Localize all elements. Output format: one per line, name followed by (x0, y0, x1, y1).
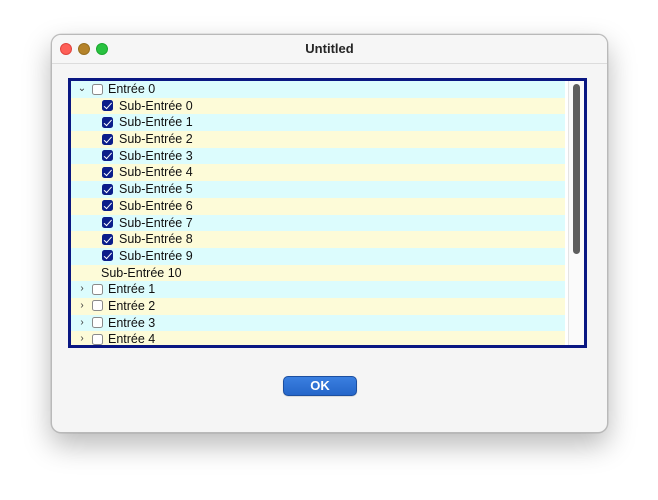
tree-rows: ⌄ Entrée 0 Sub-Entrée 0 Sub-Entrée 1 Sub… (71, 81, 565, 347)
tree-row-label: Sub-Entrée 0 (119, 98, 193, 113)
tree-row-sub-entree-3[interactable]: Sub-Entrée 3 (71, 147, 565, 165)
tree-row-sub-entree-2[interactable]: Sub-Entrée 2 (71, 131, 565, 148)
tree-row-label: Sub-Entrée 8 (119, 232, 193, 247)
checkbox-sub-entree-1[interactable] (102, 116, 113, 128)
checkbox-entree-4[interactable] (92, 333, 103, 345)
tree-row-sub-entree-8[interactable]: Sub-Entrée 8 (71, 231, 565, 248)
checkbox-sub-entree-5[interactable] (102, 183, 113, 195)
tree-row-label: Sub-Entrée 2 (119, 132, 193, 147)
chevron-right-icon[interactable]: › (77, 283, 87, 295)
tree-row-sub-entree-10[interactable]: Sub-Entrée 10 (71, 264, 565, 282)
tree-row-label: Sub-Entrée 7 (119, 215, 193, 230)
tree-row-sub-entree-9[interactable]: Sub-Entrée 9 (71, 247, 565, 265)
tree-row-label: Sub-Entrée 1 (119, 115, 193, 130)
tree-row-label: Sub-Entrée 5 (119, 182, 193, 197)
chevron-right-icon[interactable]: › (77, 300, 87, 312)
tree-row-entree-1[interactable]: › Entrée 1 (71, 281, 565, 298)
checkbox-sub-entree-7[interactable] (102, 217, 113, 228)
checkbox-entree-2[interactable] (92, 300, 103, 312)
tree-row-label: Entrée 1 (108, 282, 156, 297)
checkbox-sub-entree-4[interactable] (102, 166, 113, 178)
tree-row-entree-0[interactable]: ⌄ Entrée 0 (71, 81, 565, 98)
chevron-down-icon[interactable]: ⌄ (77, 83, 87, 95)
tree-row-label: Entrée 0 (108, 82, 156, 96)
tree-row-sub-entree-7[interactable]: Sub-Entrée 7 (71, 214, 565, 232)
tree-row-label: Sub-Entrée 4 (119, 165, 193, 180)
vertical-scrollbar[interactable] (568, 81, 584, 345)
tree-row-sub-entree-5[interactable]: Sub-Entrée 5 (71, 181, 565, 198)
tree-row-label: Sub-Entrée 6 (119, 198, 193, 213)
chevron-right-icon[interactable]: › (77, 317, 87, 329)
tree-row-entree-3[interactable]: › Entrée 3 (71, 314, 565, 332)
title-bar: Untitled (52, 35, 607, 64)
checkbox-sub-entree-2[interactable] (102, 133, 113, 145)
tree-row-label: Sub-Entrée 9 (119, 248, 193, 263)
checkbox-entree-3[interactable] (92, 317, 103, 329)
chevron-right-icon[interactable]: › (77, 333, 87, 345)
checkbox-entree-0[interactable] (92, 83, 103, 95)
tree-row-label: Entrée 3 (108, 315, 156, 330)
window-title: Untitled (305, 41, 354, 56)
tree-row-entree-2[interactable]: › Entrée 2 (71, 297, 565, 315)
checkbox-sub-entree-3[interactable] (102, 150, 113, 162)
tree-view[interactable]: ⌄ Entrée 0 Sub-Entrée 0 Sub-Entrée 1 Sub… (68, 78, 587, 348)
checkbox-sub-entree-9[interactable] (102, 250, 113, 262)
tree-row-label: Sub-Entrée 3 (119, 148, 193, 163)
checkbox-sub-entree-0[interactable] (102, 100, 113, 112)
tree-row-sub-entree-4[interactable]: Sub-Entrée 4 (71, 164, 565, 182)
main-window: Untitled ⌄ Entrée 0 Sub-Entrée 0 Sub-Ent… (51, 34, 608, 433)
checkbox-sub-entree-6[interactable] (102, 200, 113, 212)
tree-row-label: Entrée 4 (108, 332, 156, 347)
tree-row-sub-entree-1[interactable]: Sub-Entrée 1 (71, 114, 565, 132)
tree-row-entree-4[interactable]: › Entrée 4 (71, 331, 565, 347)
checkbox-entree-1[interactable] (92, 283, 103, 295)
scrollbar-thumb[interactable] (573, 84, 580, 254)
tree-row-sub-entree-0[interactable]: Sub-Entrée 0 (71, 97, 565, 115)
tree-row-sub-entree-6[interactable]: Sub-Entrée 6 (71, 197, 565, 215)
checkbox-sub-entree-8[interactable] (102, 233, 113, 245)
ok-button[interactable]: OK (283, 376, 357, 396)
tree-row-label: Entrée 2 (108, 298, 156, 313)
tree-row-label: Sub-Entrée 10 (101, 265, 182, 280)
